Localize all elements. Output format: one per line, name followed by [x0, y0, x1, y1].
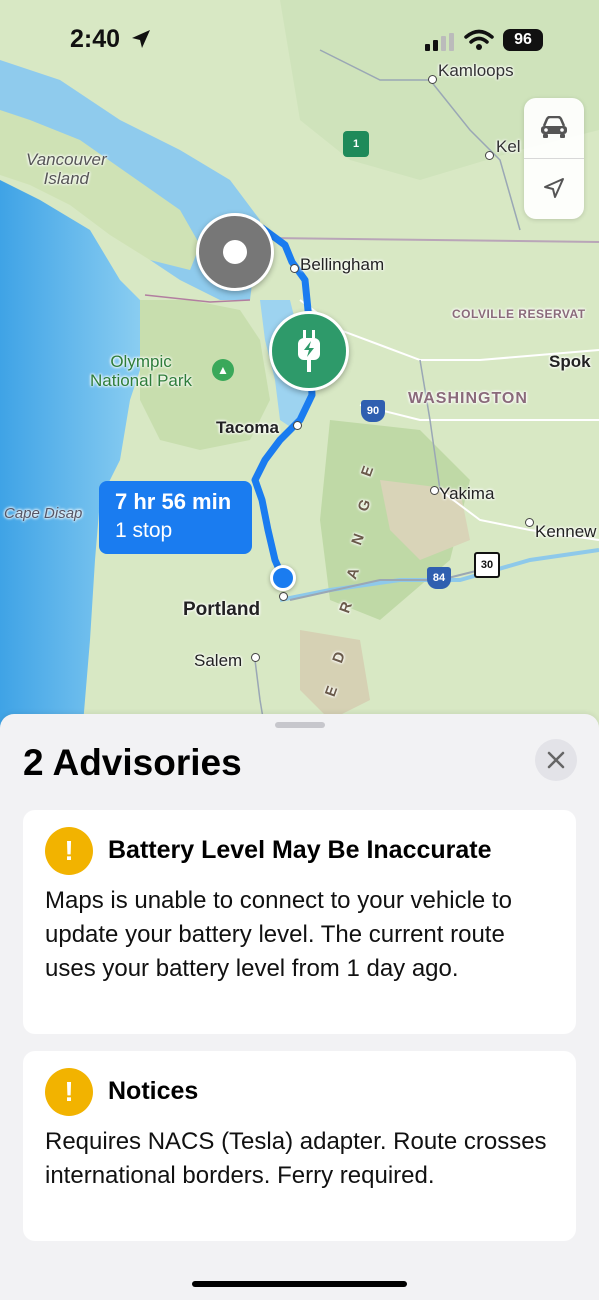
map-label-salem: Salem: [194, 651, 243, 670]
charger-plug-icon: [298, 330, 320, 372]
map-view[interactable]: Kamloops Kel Vancouver Island 1 Bellingh…: [0, 0, 599, 760]
close-button[interactable]: [535, 739, 577, 781]
recenter-location-button[interactable]: [524, 158, 584, 218]
route-duration: 7 hr 56 min: [115, 489, 232, 514]
route-stops: 1 stop: [115, 519, 173, 542]
sheet-grabber[interactable]: [275, 722, 325, 728]
highway-shield-30: 30: [474, 552, 500, 578]
highway-shield-84: 84: [427, 567, 451, 589]
sheet-title: 2 Advisories: [23, 742, 242, 783]
wifi-icon: [464, 29, 494, 50]
map-label-spokane: Spok: [549, 352, 591, 371]
status-bar: 2:40 96: [0, 0, 599, 80]
location-arrow-icon: [544, 178, 564, 198]
advisory-body: Maps is unable to connect to your vehicl…: [45, 887, 512, 982]
map-label-kennewick: Kennew: [535, 522, 597, 541]
map-label-cape: Cape Disap: [4, 505, 83, 522]
city-dot: [279, 592, 288, 601]
location-services-icon: [132, 30, 150, 48]
map-label-colville: COLVILLE RESERVAT: [452, 307, 586, 321]
advisory-card-battery: ! Battery Level May Be Inaccurate Maps i…: [23, 810, 576, 1034]
city-dot: [290, 264, 299, 273]
home-indicator[interactable]: [192, 1281, 407, 1287]
transport-mode-button[interactable]: [524, 98, 584, 159]
city-dot: [293, 421, 302, 430]
map-controls: [524, 98, 584, 219]
map-label-yakima: Yakima: [439, 484, 495, 503]
park-tree-icon: ▲: [212, 359, 234, 381]
highway-shield-canada: 1: [343, 131, 369, 157]
map-label-bellingham: Bellingham: [300, 255, 385, 274]
battery-indicator: 96: [503, 29, 543, 51]
charging-stop-pin[interactable]: [269, 311, 349, 391]
status-time: 2:40: [70, 25, 121, 53]
map-label-washington: WASHINGTON: [408, 390, 528, 407]
city-dot: [525, 518, 534, 527]
city-dot: [251, 653, 260, 662]
map-label-tacoma: Tacoma: [216, 418, 279, 437]
map-label-olympic: Olympic National Park: [90, 352, 193, 390]
advisory-title: Battery Level May Be Inaccurate: [108, 836, 492, 864]
map-label-vancouver-island: Vancouver Island: [26, 150, 107, 188]
advisory-body: Requires NACS (Tesla) adapter. Route cro…: [45, 1128, 547, 1189]
advisories-sheet: 2 Advisories ! Battery Level May Be Inac…: [0, 714, 599, 1300]
advisory-title: Notices: [108, 1077, 199, 1105]
advisory-card-notices: ! Notices Requires NACS (Tesla) adapter.…: [23, 1051, 576, 1241]
cellular-signal-icon: [425, 33, 454, 51]
map-label-kelowna: Kel: [496, 137, 521, 156]
city-dot: [430, 486, 439, 495]
map-label-portland: Portland: [183, 599, 261, 620]
current-location-dot: [270, 565, 296, 591]
highway-shield-90: 90: [361, 400, 385, 422]
city-dot: [485, 151, 494, 160]
destination-pin-dot: [223, 240, 247, 264]
close-icon: [547, 751, 565, 769]
route-summary-bubble[interactable]: 7 hr 56 min 1 stop: [99, 481, 252, 554]
exclamation-icon: !: [45, 827, 93, 875]
exclamation-icon: !: [45, 1068, 93, 1116]
car-icon: [541, 116, 567, 138]
destination-pin[interactable]: [196, 213, 274, 291]
